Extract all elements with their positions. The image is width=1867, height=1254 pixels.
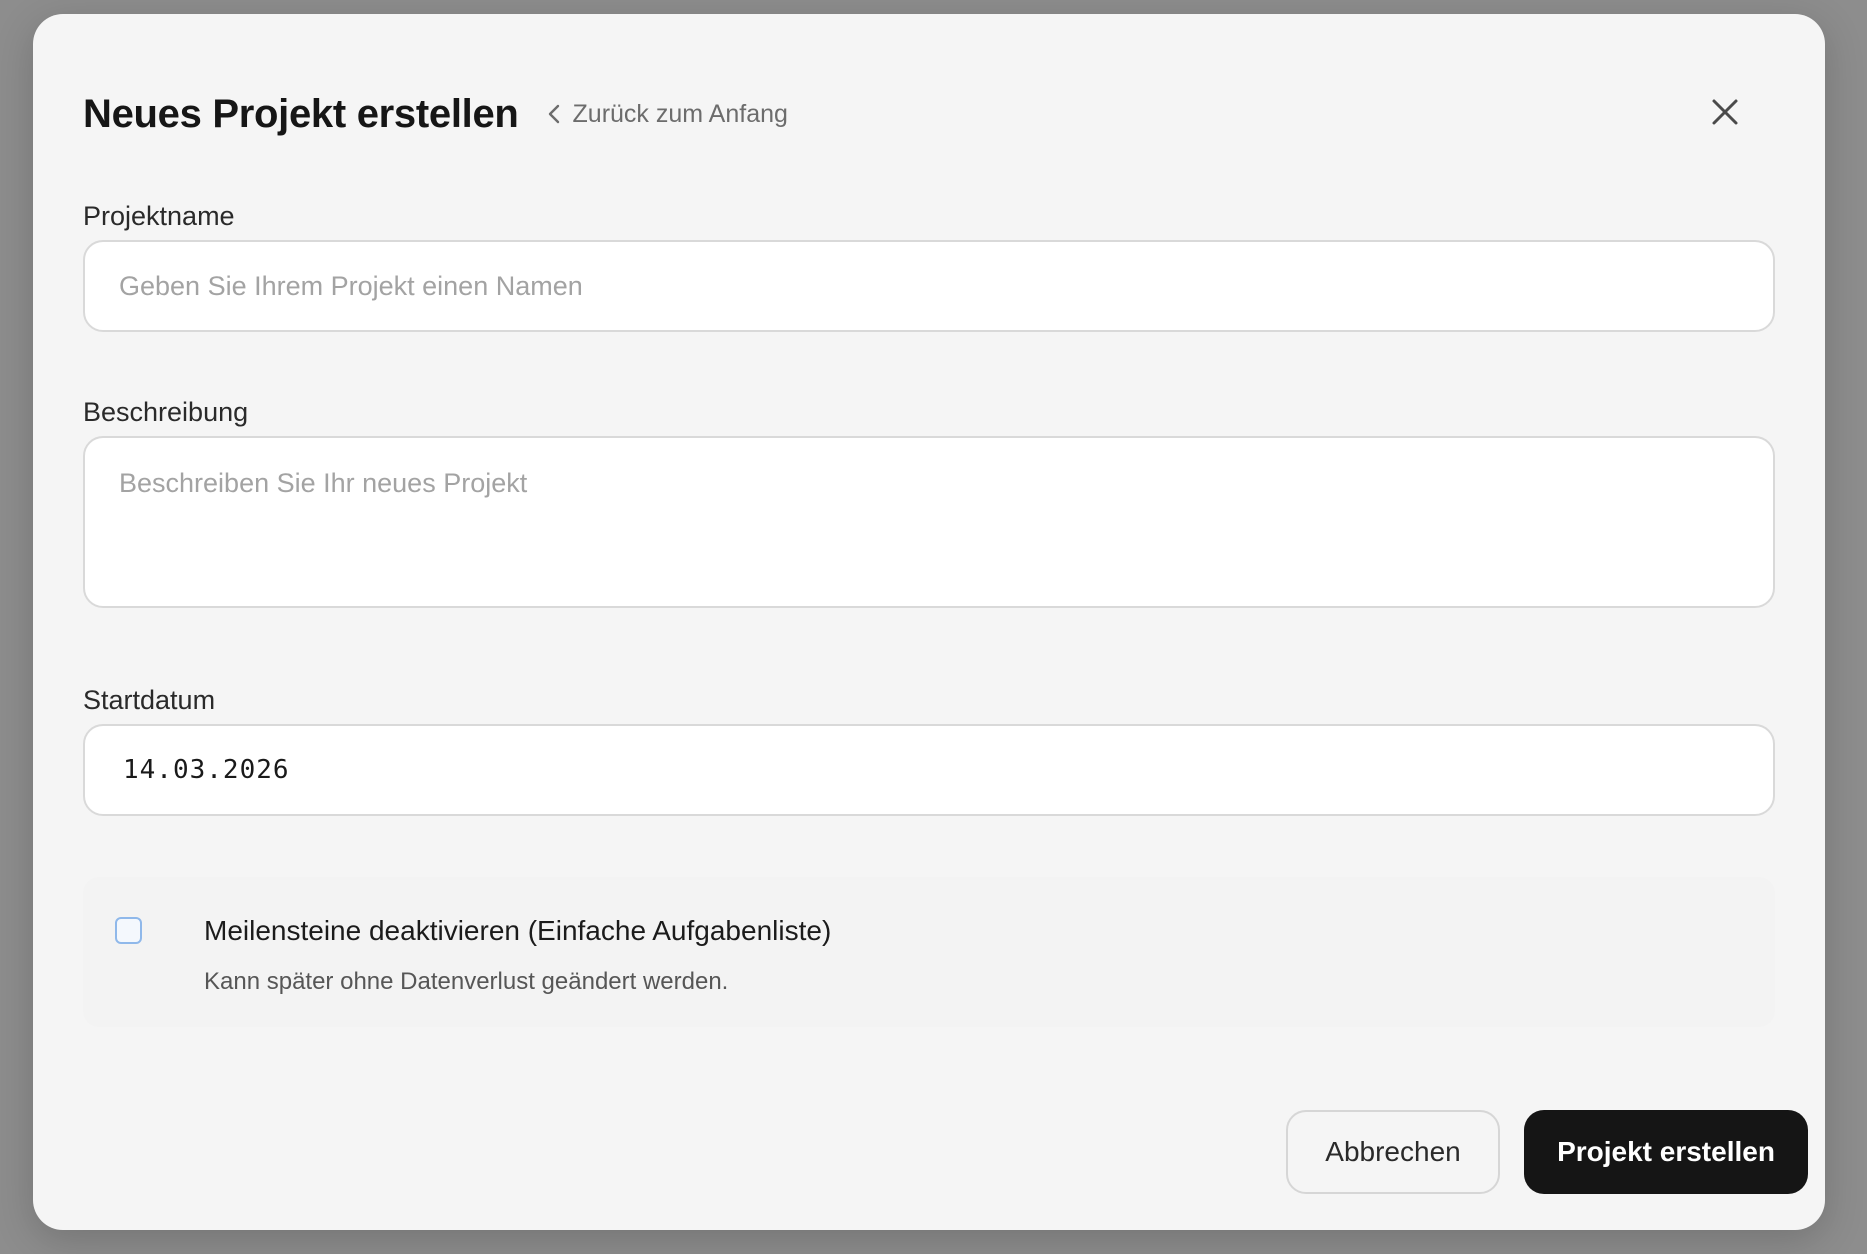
back-to-start-link[interactable]: Zurück zum Anfang [547,100,788,129]
disable-milestones-label[interactable]: Meilensteine deaktivieren (Einfache Aufg… [204,915,831,947]
project-name-label: Projektname [83,201,235,231]
start-date-input[interactable]: 14.03.2026 [83,724,1775,816]
disable-milestones-hint: Kann später ohne Datenverlust geändert w… [204,968,729,995]
disable-milestones-checkbox[interactable] [115,917,142,944]
cancel-button[interactable]: Abbrechen [1286,1110,1500,1194]
project-name-placeholder: Geben Sie Ihrem Projekt einen Namen [119,270,583,301]
close-icon [1712,99,1738,125]
start-date-label: Startdatum [83,685,216,715]
create-project-button[interactable]: Projekt erstellen [1524,1110,1808,1194]
description-label: Beschreibung [83,397,249,427]
create-project-dialog: Neues Projekt erstellen Zurück zum Anfan… [33,14,1825,1230]
start-date-value: 14.03.2026 [123,755,290,785]
dialog-title: Neues Projekt erstellen [83,91,519,136]
dialog-header: Neues Projekt erstellen Zurück zum Anfan… [83,76,788,152]
chevron-left-icon [548,104,559,124]
description-textarea[interactable]: Beschreiben Sie Ihr neues Projekt [83,436,1775,608]
close-button[interactable] [1697,84,1753,140]
back-link-label: Zurück zum Anfang [572,99,788,128]
description-placeholder: Beschreiben Sie Ihr neues Projekt [119,468,528,498]
milestones-option: Meilensteine deaktivieren (Einfache Aufg… [83,877,1775,1027]
project-name-input[interactable]: Geben Sie Ihrem Projekt einen Namen [83,240,1775,332]
